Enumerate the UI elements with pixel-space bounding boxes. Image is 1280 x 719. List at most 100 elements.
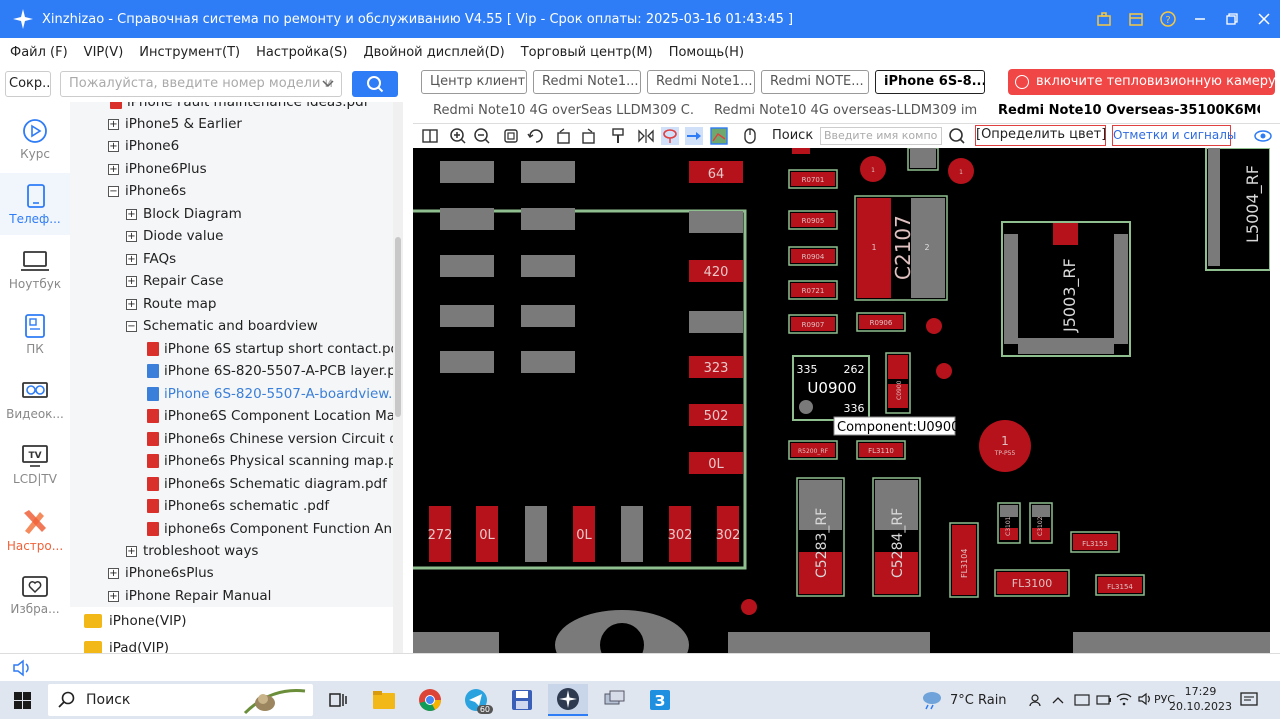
windows-start-icon[interactable]	[14, 692, 31, 709]
task-view-button[interactable]	[318, 684, 358, 716]
tree-item-schematic-boardview[interactable]: − Schematic and boardview	[126, 315, 318, 337]
menu-shop[interactable]: Торговый центр(M)	[521, 45, 653, 60]
tree-item-iphone6splus[interactable]: + iPhone6sPlus	[108, 562, 214, 584]
tree-item-repair-manual[interactable]: + iPhone Repair Manual	[108, 585, 271, 607]
nav-favorites[interactable]: Избра...	[0, 563, 70, 625]
nav-laptop[interactable]: Ноутбук	[0, 238, 70, 300]
nav-pc[interactable]: ПК	[0, 303, 70, 365]
tree-file[interactable]: iphone6s Component Function Anno	[147, 518, 403, 540]
tree-item-trobleshoot[interactable]: + trobleshoot ways	[126, 540, 258, 562]
flip-right-icon[interactable]	[579, 127, 597, 145]
nav-phone[interactable]: Телеф...	[0, 173, 70, 235]
abbreviation-select[interactable]: Сокр...	[5, 71, 51, 97]
menu-help[interactable]: Помощь(H)	[669, 45, 744, 60]
zoom-out-icon[interactable]	[473, 127, 491, 145]
search-button[interactable]	[352, 71, 398, 97]
expand-icon[interactable]: +	[108, 140, 119, 152]
split-view-icon[interactable]	[421, 127, 439, 145]
marks-signals-button[interactable]: Отметки и сигналы	[1112, 125, 1236, 146]
file-tab-1[interactable]: Redmi Note10 4G overSeas LLDM309 C...	[433, 100, 695, 122]
search-icon[interactable]	[948, 127, 966, 145]
minimize-icon[interactable]	[1184, 0, 1216, 38]
notifications-icon[interactable]	[1240, 692, 1258, 708]
tree-item-faqs[interactable]: + FAQs	[126, 248, 176, 270]
expand-icon[interactable]: +	[126, 545, 137, 557]
tree-item-repair-case[interactable]: + Repair Case	[126, 270, 224, 292]
explorer-button[interactable]	[364, 684, 404, 716]
expand-icon[interactable]: +	[108, 118, 119, 130]
restore-icon[interactable]	[1216, 0, 1248, 38]
tree-item-route-map[interactable]: + Route map	[126, 293, 216, 315]
tree-item-fault-ideas[interactable]: iPhone Fault maintenance ideas.pdf	[110, 102, 368, 113]
expand-icon[interactable]: +	[126, 230, 137, 242]
xinzhizao-taskbar-button[interactable]	[548, 684, 588, 716]
menu-tools[interactable]: Инструмент(T)	[139, 45, 240, 60]
speaker-icon[interactable]	[12, 659, 32, 677]
tree-file[interactable]: iPhone6S Component Location Map	[147, 405, 403, 427]
tray-app-icon[interactable]	[1074, 692, 1090, 708]
tree-item-diode-value[interactable]: + Diode value	[126, 225, 223, 247]
zoom-in-icon[interactable]	[449, 127, 467, 145]
tab-client-center[interactable]: Центр клиента	[421, 70, 527, 94]
nav-settings[interactable]: Настро...	[0, 498, 70, 560]
weather-widget[interactable]: 7°C Rain	[920, 681, 1007, 719]
file-tab-3[interactable]: Redmi Note10 Overseas-35100K6MO...	[998, 100, 1260, 122]
chrome-button[interactable]	[410, 684, 450, 716]
tab-redmi-2[interactable]: Redmi Note1...	[647, 70, 755, 94]
people-icon[interactable]	[1028, 693, 1042, 707]
tree-file-selected[interactable]: iPhone 6S-820-5507-A-boardview.pcb	[147, 383, 403, 405]
taskbar-search[interactable]: Поиск	[48, 684, 313, 716]
collapse-icon[interactable]: −	[126, 320, 137, 332]
expand-icon[interactable]: +	[126, 298, 137, 310]
tree-item-iphone5[interactable]: + iPhone5 & Earlier	[108, 113, 242, 135]
mouse-icon[interactable]	[741, 127, 759, 145]
tree-item-iphone-vip[interactable]: iPhone(VIP)	[84, 610, 186, 632]
tree-item-iphone6s[interactable]: − iPhone6s	[108, 180, 186, 202]
tree-file[interactable]: iPhone6s schematic .pdf	[147, 495, 329, 517]
eye-icon[interactable]	[1254, 127, 1272, 145]
rotate-icon[interactable]	[527, 127, 545, 145]
expand-icon[interactable]: +	[108, 590, 119, 602]
layer-map-icon[interactable]	[710, 127, 728, 145]
tree-item-iphone6[interactable]: + iPhone6	[108, 135, 179, 157]
tab-redmi-3[interactable]: Redmi NOTE...	[761, 70, 869, 94]
file-tab-2[interactable]: Redmi Note10 4G overseas-LLDM309 im...	[714, 100, 978, 122]
expand-icon[interactable]: +	[108, 567, 119, 579]
system-clock[interactable]: 17:29 20.10.2023	[1169, 684, 1232, 714]
close-icon[interactable]	[1248, 0, 1280, 38]
net-highlight-icon[interactable]	[661, 127, 679, 145]
tree-scrollbar[interactable]	[393, 102, 403, 655]
expand-icon[interactable]: +	[126, 253, 137, 265]
flip-left-icon[interactable]	[555, 127, 573, 145]
tree-item-iphone6plus[interactable]: + iPhone6Plus	[108, 158, 207, 180]
menu-file[interactable]: Файл (F)	[10, 45, 68, 60]
nav-course[interactable]: Курс	[0, 108, 70, 170]
tree-file[interactable]: iPhone6s Schematic diagram.pdf	[147, 473, 387, 495]
mirror-icon[interactable]	[637, 127, 655, 145]
tree-file[interactable]: iPhone6s Chinese version Circuit dia	[147, 428, 403, 450]
help-icon[interactable]: ?	[1152, 0, 1184, 38]
identify-color-button[interactable]: [Определить цвет]	[975, 125, 1106, 146]
save-app-button[interactable]	[502, 684, 542, 716]
nav-lcd-tv[interactable]: TV LCD|TV	[0, 433, 70, 495]
probe-icon[interactable]	[685, 127, 703, 145]
component-search-input[interactable]: Введите имя компо	[820, 127, 942, 145]
menu-dual-display[interactable]: Двойной дисплей(D)	[363, 45, 504, 60]
expand-icon[interactable]: +	[108, 163, 119, 175]
collapse-icon[interactable]: −	[108, 185, 119, 197]
tree-file[interactable]: iPhone 6S-820-5507-A-PCB layer.pcb	[147, 360, 403, 382]
battery-icon[interactable]	[1096, 693, 1112, 707]
nav-video-card[interactable]: Видеок...	[0, 368, 70, 430]
scrollbar-thumb[interactable]	[395, 237, 401, 417]
tree-file[interactable]: iPhone6s Physical scanning map.pdf	[147, 450, 403, 472]
briefcase-icon[interactable]	[1088, 0, 1120, 38]
tree-file[interactable]: iPhone 6S startup short contact.pdf	[147, 338, 403, 360]
menu-settings[interactable]: Настройка(S)	[256, 45, 347, 60]
network-tool-button[interactable]	[594, 684, 634, 716]
tab-redmi-1[interactable]: Redmi Note1...	[533, 70, 641, 94]
pcb-canvas[interactable]: 64 420 323 502 0L 272 0L 0L 302 302 R070…	[413, 148, 1270, 653]
model-search-input[interactable]: Пожалуйста, введите номер модели и	[60, 71, 342, 97]
app-3-button[interactable]: З	[640, 684, 680, 716]
wifi-icon[interactable]	[1116, 692, 1132, 706]
tab-iphone-6s[interactable]: iPhone 6S-8...	[875, 70, 985, 94]
